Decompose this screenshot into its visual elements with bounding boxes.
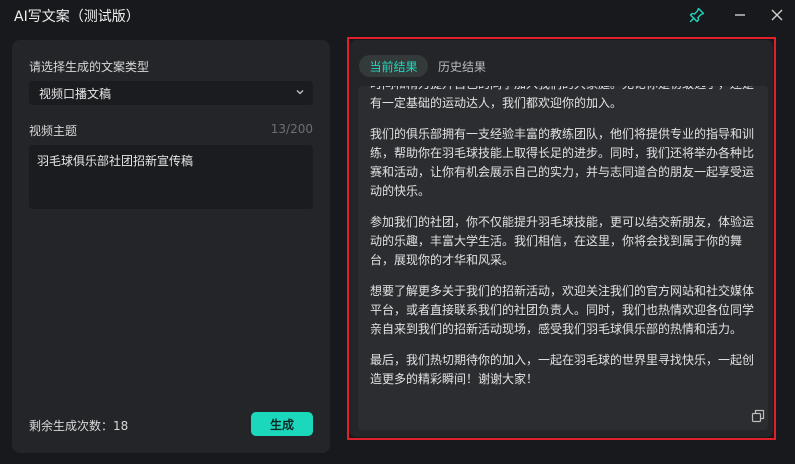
result-text: 时间和精力提升自己的同学加入我们的大家庭。无论你是初级选手，还是有一定基础的运动… <box>370 86 758 401</box>
pin-icon <box>689 7 705 23</box>
result-paragraph: 时间和精力提升自己的同学加入我们的大家庭。无论你是初级选手，还是有一定基础的运动… <box>370 86 754 110</box>
remaining-count: 剩余生成次数：18 <box>29 419 129 433</box>
minimize-icon <box>735 14 745 16</box>
topic-input[interactable]: 羽毛球俱乐部社团招新宣传稿 <box>29 145 313 209</box>
settings-panel: 请选择生成的文案类型 视频口播文稿 视频主题 13/200 羽毛球俱乐部社团招新… <box>12 40 330 453</box>
title-bar: AI写文案（测试版） <box>0 0 795 30</box>
type-select-value: 视频口播文稿 <box>39 87 112 101</box>
app-title: AI写文案（测试版） <box>14 9 140 25</box>
copy-button[interactable] <box>750 408 766 424</box>
result-panel: 当前结果 历史结果 时间和精力提升自己的同学加入我们的大家庭。无论你是初级选手，… <box>350 40 773 437</box>
close-button[interactable] <box>766 4 788 26</box>
result-text-area[interactable]: 时间和精力提升自己的同学加入我们的大家庭。无论你是初级选手，还是有一定基础的运动… <box>358 86 768 430</box>
result-panel-highlight: 当前结果 历史结果 时间和精力提升自己的同学加入我们的大家庭。无论你是初级选手，… <box>347 37 776 440</box>
tab-current-result[interactable]: 当前结果 <box>359 55 428 77</box>
tab-history-result[interactable]: 历史结果 <box>434 55 490 77</box>
result-paragraph: 想要了解更多关于我们的招新活动，欢迎关注我们的官方网站和社交媒体平台，或者直接联… <box>370 284 755 336</box>
close-icon <box>771 9 783 21</box>
type-select[interactable]: 视频口播文稿 <box>29 81 313 105</box>
result-paragraph: 我们的俱乐部拥有一支经验丰富的教练团队，他们将提供专业的指导和训练，帮助你在羽毛… <box>370 127 755 198</box>
minimize-button[interactable] <box>729 4 751 26</box>
pin-button[interactable] <box>686 4 708 26</box>
chevron-down-icon <box>296 90 304 95</box>
topic-char-counter: 13/200 <box>270 122 313 136</box>
result-paragraph: 最后，我们热切期待你的加入，一起在羽毛球的世界里寻找快乐，一起创造更多的精彩瞬间… <box>370 353 755 386</box>
type-label: 请选择生成的文案类型 <box>29 60 150 74</box>
topic-label: 视频主题 <box>29 124 78 138</box>
result-paragraph: 参加我们的社团，你不仅能提升羽毛球技能，更可以结交新朋友，体验运动的乐趣，丰富大… <box>370 215 755 267</box>
generate-button[interactable]: 生成 <box>251 412 313 436</box>
copy-icon <box>751 409 765 423</box>
